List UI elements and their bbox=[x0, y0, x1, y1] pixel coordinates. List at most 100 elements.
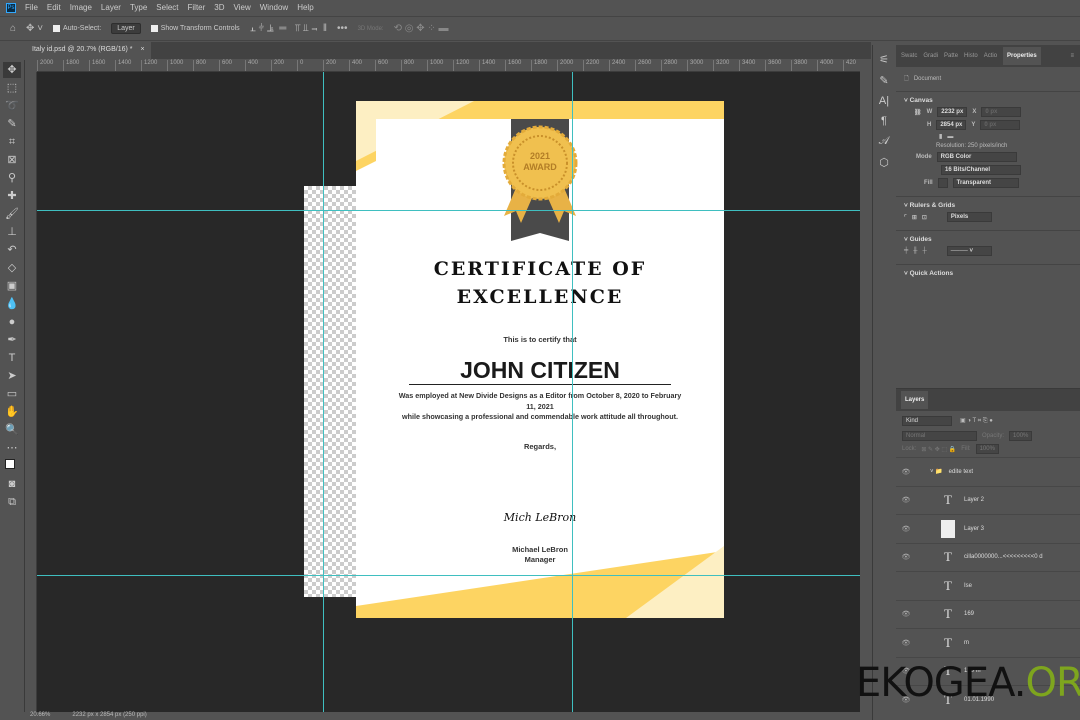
portrait-icon[interactable]: ▮ bbox=[939, 133, 942, 140]
layer-row[interactable]: 👁 ˅ 📁 edite text bbox=[896, 457, 1080, 486]
menu-filter[interactable]: Filter bbox=[188, 3, 206, 12]
tab-swatches[interactable]: Swatc bbox=[901, 53, 917, 59]
eraser-tool-icon[interactable]: ◇ bbox=[3, 260, 21, 276]
3d-controls-icons[interactable]: ⟲ ◎ ✥ ⁘ ▬ bbox=[394, 23, 449, 34]
rulers-grids-title[interactable]: ˅ Rulers & Grids bbox=[904, 202, 1072, 209]
marquee-tool-icon[interactable]: ⬚ bbox=[3, 80, 21, 96]
quick-actions-section[interactable]: ˅ Quick Actions bbox=[896, 264, 1080, 282]
stamp-tool-icon[interactable]: ⊥ bbox=[3, 224, 21, 240]
pixel-grid-icon[interactable]: ⊡ bbox=[922, 214, 927, 221]
guide-horizontal[interactable] bbox=[37, 210, 860, 211]
visibility-eye-icon[interactable]: 👁 bbox=[896, 525, 916, 533]
close-tab-icon[interactable]: × bbox=[140, 46, 144, 55]
visibility-eye-icon[interactable]: 👁 bbox=[896, 553, 916, 561]
align-icons[interactable]: ⫠ ⫩ ⫡ ═ ⫪ ⫫ ⫬ ‖ bbox=[250, 23, 327, 34]
visibility-eye-icon[interactable]: 👁 bbox=[896, 610, 916, 618]
menu-layer[interactable]: Layer bbox=[101, 3, 121, 12]
units-dropdown[interactable]: Pixels bbox=[946, 212, 992, 222]
tab-actions[interactable]: Actio bbox=[984, 53, 997, 59]
menu-view[interactable]: View bbox=[234, 3, 251, 12]
fill-field[interactable]: 100% bbox=[975, 444, 999, 454]
ruler-icon[interactable]: ⌜ bbox=[904, 214, 907, 221]
grid-icon[interactable]: ⊞ bbox=[912, 214, 917, 221]
opacity-field[interactable]: 100% bbox=[1009, 431, 1033, 441]
screen-mode-icon[interactable]: ⧉ bbox=[3, 494, 21, 510]
height-field[interactable]: 2854 px bbox=[936, 120, 967, 130]
layer-name[interactable]: m bbox=[964, 640, 969, 646]
guide-icon[interactable]: ╪ bbox=[904, 248, 908, 254]
link-icon[interactable]: ⛓ bbox=[914, 109, 922, 116]
auto-select-checkbox[interactable]: Auto-Select: bbox=[53, 25, 101, 32]
guide-lock-icon[interactable]: ╫ bbox=[913, 248, 917, 254]
visibility-eye-icon[interactable]: 👁 bbox=[896, 468, 916, 476]
tab-history[interactable]: Histo bbox=[964, 53, 978, 59]
color-swatches-icon[interactable] bbox=[3, 458, 21, 474]
new-guide-icon[interactable]: ┼ bbox=[923, 248, 927, 254]
horizontal-ruler[interactable]: 2000 1800 1600 1400 1200 1000 800 600 400 200 0 200… bbox=[37, 60, 860, 72]
more-options-icon[interactable]: ••• bbox=[337, 23, 348, 34]
menu-file[interactable]: File bbox=[25, 3, 38, 12]
blend-mode-dropdown[interactable]: Normal bbox=[902, 431, 977, 441]
fill-swatch[interactable] bbox=[937, 178, 948, 188]
zoom-tool-icon[interactable]: 🔍 bbox=[3, 422, 21, 438]
brush-settings-icon[interactable]: ⚟ bbox=[879, 53, 889, 66]
move-tool-icon[interactable]: ✥ ˅ bbox=[26, 23, 43, 34]
pen-tool-icon[interactable]: ✒ bbox=[3, 332, 21, 348]
healing-tool-icon[interactable]: ✚ bbox=[3, 188, 21, 204]
home-icon[interactable]: ⌂ bbox=[10, 23, 16, 34]
canvas-section-title[interactable]: ˅ Canvas bbox=[904, 97, 1072, 104]
panel-menu-icon[interactable]: ≡ bbox=[1070, 53, 1074, 59]
brush-tool-icon[interactable]: 🖌 bbox=[3, 206, 21, 222]
x-field[interactable]: 0 px bbox=[981, 107, 1022, 117]
3d-icon[interactable]: ⬡ bbox=[879, 156, 889, 169]
layer-row[interactable]: 👁 Layer 3 bbox=[896, 514, 1080, 543]
layer-name[interactable]: Ise bbox=[964, 583, 972, 589]
show-transform-checkbox[interactable]: Show Transform Controls bbox=[150, 25, 240, 32]
layer-row[interactable]: T Ise bbox=[896, 571, 1080, 600]
guides-title[interactable]: ˅ Guides bbox=[904, 236, 1072, 243]
landscape-icon[interactable]: ▬ bbox=[947, 134, 953, 140]
brushes-icon[interactable]: ✎ bbox=[879, 74, 888, 87]
dodge-tool-icon[interactable]: ● bbox=[3, 314, 21, 330]
layer-name[interactable]: edite text bbox=[949, 469, 973, 475]
lasso-tool-icon[interactable]: ➰ bbox=[3, 98, 21, 114]
layer-row[interactable]: 👁 T Layer 2 bbox=[896, 485, 1080, 515]
visibility-eye-icon[interactable]: 👁 bbox=[896, 496, 916, 504]
paragraph-icon[interactable]: ¶ bbox=[881, 115, 887, 127]
filter-icons[interactable]: ▣ ◑ T ⌗ ⎘ ● bbox=[960, 417, 993, 425]
type-tool-icon[interactable]: T bbox=[3, 350, 21, 366]
zoom-level[interactable]: 20.66% bbox=[30, 712, 50, 720]
menu-type[interactable]: Type bbox=[130, 3, 147, 12]
vertical-ruler[interactable] bbox=[26, 72, 37, 712]
document-tab[interactable]: Italy id.psd @ 20.7% (RGB/16) * × bbox=[26, 42, 151, 59]
width-field[interactable]: 2232 px bbox=[937, 107, 968, 117]
path-select-icon[interactable]: ➤ bbox=[3, 368, 21, 384]
layer-name[interactable]: Layer 2 bbox=[964, 497, 984, 503]
eyedropper-tool-icon[interactable]: ⚲ bbox=[3, 170, 21, 186]
layer-row[interactable]: 👁 T 169 bbox=[896, 599, 1080, 629]
menu-3d[interactable]: 3D bbox=[214, 3, 224, 12]
lock-icons[interactable]: ⊠ ✎ ✥ ⬚ 🔒 bbox=[921, 446, 956, 453]
blur-tool-icon[interactable]: 💧 bbox=[3, 296, 21, 312]
guide-vertical[interactable] bbox=[572, 72, 573, 712]
bit-depth-dropdown[interactable]: 16 Bits/Channel bbox=[941, 165, 1021, 175]
guide-vertical[interactable] bbox=[323, 72, 324, 712]
menu-image[interactable]: Image bbox=[70, 3, 92, 12]
menu-edit[interactable]: Edit bbox=[47, 3, 61, 12]
move-tool-icon[interactable]: ✥ bbox=[3, 62, 21, 78]
guide-horizontal[interactable] bbox=[37, 575, 860, 576]
more-tools-icon[interactable]: ⋯ bbox=[3, 440, 21, 456]
layer-row[interactable]: 👁 Tcilla0000000...<<<<<<<<<0 d bbox=[896, 542, 1080, 572]
menu-select[interactable]: Select bbox=[156, 3, 178, 12]
crop-tool-icon[interactable]: ⌗ bbox=[3, 134, 21, 150]
character-icon[interactable]: A| bbox=[879, 95, 889, 107]
layer-name[interactable]: cilla0000000...<<<<<<<<<0 d bbox=[964, 554, 1043, 560]
certificate-document[interactable]: 2021 AWARD CERTIFICATE OF EXCELLENCE Thi… bbox=[356, 101, 724, 618]
rectangle-tool-icon[interactable]: ▭ bbox=[3, 386, 21, 402]
layer-name[interactable]: Layer 3 bbox=[964, 526, 984, 532]
visibility-eye-icon[interactable]: 👁 bbox=[896, 639, 916, 647]
layer-filter-kind[interactable]: Kind bbox=[902, 416, 952, 426]
menu-help[interactable]: Help bbox=[297, 3, 313, 12]
y-field[interactable]: 0 px bbox=[980, 120, 1021, 130]
tab-layers[interactable]: Layers bbox=[901, 391, 929, 409]
